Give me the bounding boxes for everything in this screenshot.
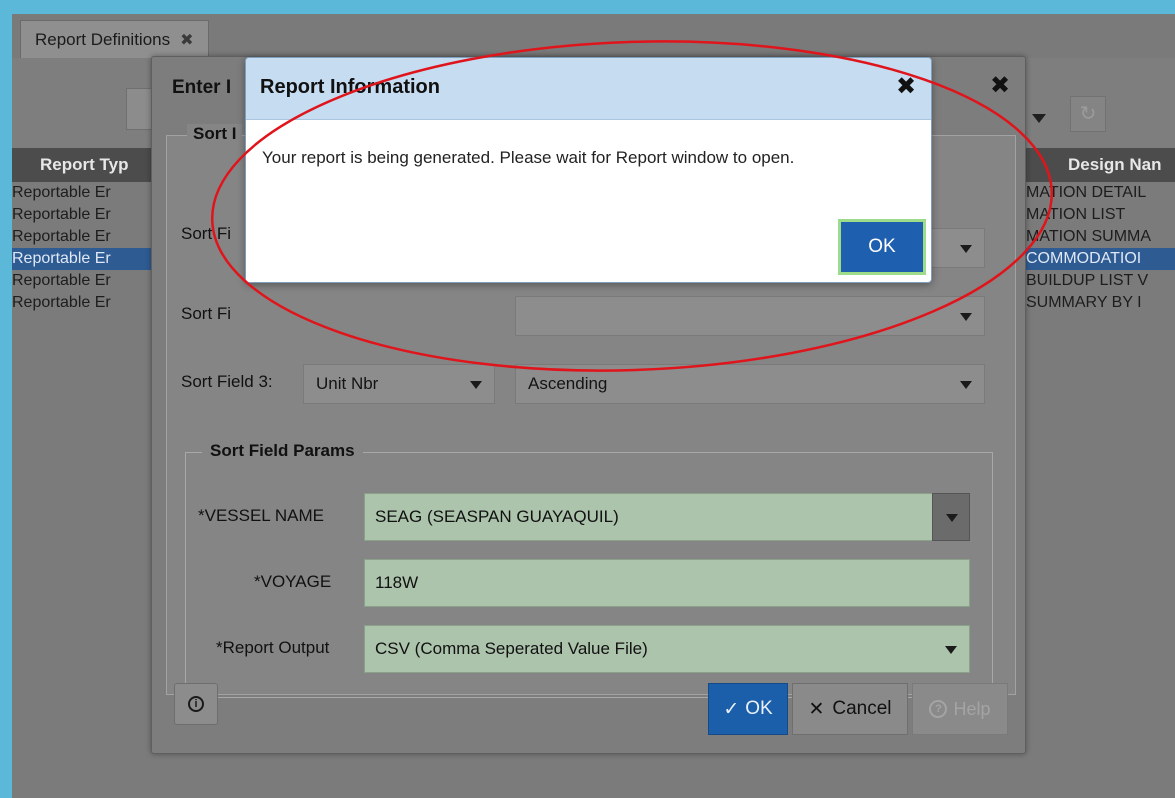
popup-message: Your report is being generated. Please w… [262,148,795,167]
cancel-button[interactable]: ✕ Cancel [792,683,908,735]
popup-ok-button[interactable]: OK [838,219,926,275]
help-button[interactable]: ? Help [912,683,1008,735]
ok-button-label: OK [745,698,773,719]
cell-design-name: BUILDUP LIST V [1026,272,1149,289]
cell-report-type: Reportable Er [12,272,111,289]
cell-design-name: MATION DETAIL [1026,184,1147,201]
sort-field-params-fieldset: Sort Field Params *VESSEL NAME SEAG (SEA… [185,441,993,698]
report-output-label: *Report Output [216,638,330,657]
close-icon[interactable]: ✖ [896,72,916,101]
cell-report-type: Reportable Er [12,250,111,267]
sort-field-3-label: Sort Field 3: [181,372,273,391]
column-header-design-name[interactable]: Design Nan [1068,155,1162,175]
sort-field-3-order-value: Ascending [528,374,608,393]
cell-design-name: MATION LIST [1026,206,1126,223]
cell-report-type: Reportable Er [12,294,111,311]
popup-header: Report Information ✖ [246,58,931,120]
vessel-name-value: SEAG (SEASPAN GUAYAQUIL) [375,507,619,526]
dialog-title: Enter I [172,77,232,98]
chevron-down-icon [945,646,957,654]
close-icon[interactable]: ✖ [990,71,1010,100]
cell-design-name: COMMODATIOI [1026,250,1142,267]
close-icon[interactable]: ✖ [180,30,193,50]
popup-title: Report Information [260,76,440,98]
sort-field-2-order-select[interactable] [515,296,985,336]
chevron-down-icon [960,313,972,321]
voyage-label: *VOYAGE [254,572,332,591]
ok-button[interactable]: ✓ OK [708,683,788,735]
sort-field-3-select[interactable]: Unit Nbr [303,364,495,404]
info-button[interactable]: i [174,683,218,725]
column-header-report-type[interactable]: Report Typ [40,155,128,175]
voyage-input[interactable]: 118W [364,559,970,607]
cell-design-name: MATION SUMMA [1026,228,1152,245]
sort-field-3-value: Unit Nbr [316,374,379,393]
chevron-down-icon [960,245,972,253]
chevron-down-icon [960,381,972,389]
params-legend: Sort Field Params [202,441,363,461]
chevron-down-icon [470,381,482,389]
chevron-down-icon[interactable] [932,493,970,541]
sort-field-3-order-select[interactable]: Ascending [515,364,985,404]
sort-fieldset-legend: Sort I [187,124,243,144]
voyage-value: 118W [375,573,419,592]
check-icon: ✓ [723,698,740,720]
sort-field-1-label: Sort Fi [181,224,232,243]
cell-report-type: Reportable Er [12,228,111,245]
info-icon: i [188,696,204,712]
report-output-value: CSV (Comma Seperated Value File) [375,639,648,658]
x-icon: ✕ [808,698,825,720]
cell-report-type: Reportable Er [12,206,111,223]
refresh-icon[interactable]: ↻ [1070,96,1106,132]
help-button-label: Help [953,698,991,719]
help-icon: ? [929,700,948,718]
vessel-name-select[interactable]: SEAG (SEASPAN GUAYAQUIL) [364,493,970,541]
report-output-select[interactable]: CSV (Comma Seperated Value File) [364,625,970,673]
cell-report-type: Reportable Er [12,184,111,201]
tab-report-definitions[interactable]: Report Definitions ✖ [20,20,209,58]
cell-design-name: SUMMARY BY I [1026,294,1142,311]
tab-strip: Report Definitions ✖ [12,14,1175,58]
sort-field-2-label: Sort Fi [181,304,232,323]
vessel-name-label: *VESSEL NAME [198,506,324,525]
tab-label: Report Definitions [35,29,171,49]
chevron-down-icon[interactable] [1032,114,1046,123]
popup-ok-label: OK [868,236,896,257]
cancel-button-label: Cancel [832,698,892,719]
report-information-popup: Report Information ✖ Your report is bein… [245,57,932,283]
